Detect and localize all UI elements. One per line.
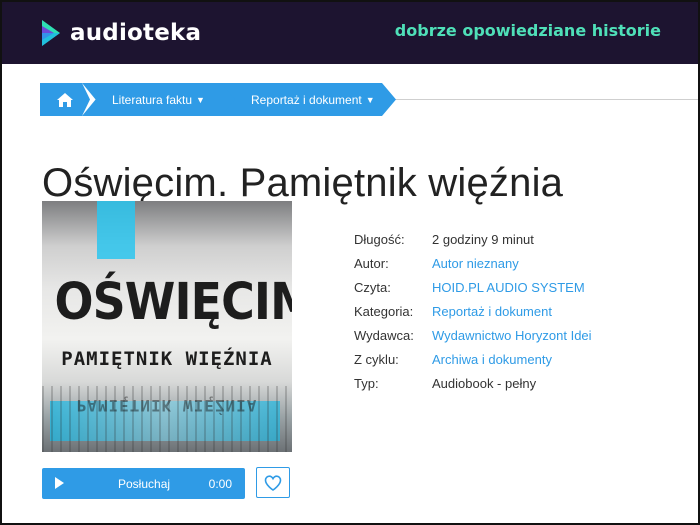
listen-player-button[interactable]: Posłuchaj 0:00 bbox=[42, 468, 245, 499]
page-title: Oświęcim. Pamiętnik więźnia bbox=[42, 160, 564, 205]
page: audioteka dobrze opowiedziane historie L… bbox=[0, 0, 700, 525]
chevron-down-icon: ▼ bbox=[196, 94, 205, 105]
category-link[interactable]: Reportaż i dokument bbox=[432, 304, 552, 319]
breadcrumb-rule bbox=[392, 99, 698, 100]
brand-tagline: dobrze opowiedziane historie bbox=[394, 21, 661, 40]
cover-accent bbox=[97, 201, 135, 259]
heart-icon bbox=[264, 474, 282, 491]
detail-key: Kategoria: bbox=[354, 304, 414, 319]
cover-title: OŚWIĘCIM bbox=[54, 273, 293, 332]
listen-label: Posłuchaj bbox=[118, 477, 171, 491]
detail-key: Wydawca: bbox=[354, 328, 414, 343]
site-header: audioteka dobrze opowiedziane historie bbox=[2, 2, 698, 64]
play-icon bbox=[55, 477, 64, 489]
narrator-link[interactable]: HOID.PL AUDIO SYSTEM bbox=[432, 280, 585, 295]
player-time: 0:00 bbox=[208, 477, 232, 491]
book-cover: OŚWIĘCIM PAMIĘTNIK WIĘŹNIA PAMIĘTNIK WIĘ… bbox=[42, 201, 292, 452]
series-link[interactable]: Archiwa i dokumenty bbox=[432, 352, 552, 367]
home-icon bbox=[57, 92, 73, 107]
detail-value: Audiobook - pełny bbox=[432, 376, 537, 391]
audioteka-logo[interactable]: audioteka bbox=[40, 16, 201, 50]
brand-name: audioteka bbox=[70, 20, 202, 46]
audioteka-logo-icon bbox=[42, 20, 60, 46]
author-link[interactable]: Autor nieznany bbox=[432, 256, 519, 271]
breadcrumb-item-label: Literatura faktu bbox=[112, 92, 193, 107]
favorite-button[interactable] bbox=[256, 467, 290, 498]
detail-value: 2 godziny 9 minut bbox=[432, 232, 534, 247]
detail-key: Długość: bbox=[354, 232, 405, 247]
chevron-down-icon: ▼ bbox=[365, 94, 375, 105]
detail-key: Autor: bbox=[354, 256, 389, 271]
cover-reflection: PAMIĘTNIK WIĘŹNIA bbox=[76, 396, 258, 415]
publisher-link[interactable]: Wydawnictwo Horyzont Idei bbox=[432, 328, 592, 343]
breadcrumb-item-label: Reportaż i dokument bbox=[251, 92, 362, 107]
cover-subtitle: PAMIĘTNIK WIĘŹNIA bbox=[61, 348, 273, 370]
detail-key: Z cyklu: bbox=[354, 352, 399, 367]
detail-key: Czyta: bbox=[354, 280, 391, 295]
breadcrumb-home[interactable] bbox=[40, 83, 90, 116]
detail-key: Typ: bbox=[354, 376, 379, 391]
breadcrumb-item-reportaz[interactable]: Reportaż i dokument ▼ bbox=[221, 83, 396, 116]
